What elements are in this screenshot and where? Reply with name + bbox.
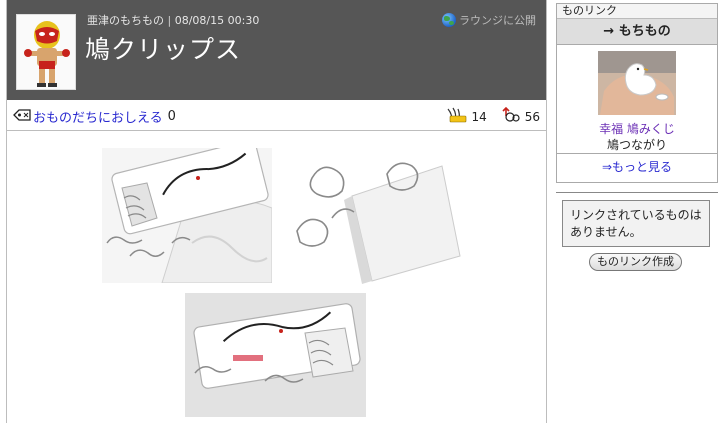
collect-icon[interactable] [501, 106, 521, 126]
item-meta: 亜津のもちもの | 08/08/15 00:30 [87, 12, 259, 28]
mono-link-box: ものリンク → もちもの 幸福 鳩みくじ 鳩つながり ⇒もっと見る [556, 3, 718, 183]
more-link[interactable]: ⇒もっと見る [602, 160, 672, 174]
linked-item: 幸福 鳩みくじ 鳩つながり [557, 45, 717, 154]
owner-avatar[interactable] [16, 14, 76, 90]
globe-icon [442, 13, 456, 27]
tell-count: 0 [167, 109, 176, 124]
create-mono-link-button[interactable]: ものリンク作成 [589, 253, 682, 271]
more-link-row: ⇒もっと見る [557, 154, 717, 182]
main-column: 亜津のもちもの | 08/08/15 00:30 鳩クリップス ラウンジに公開 … [6, 0, 547, 423]
tell-friends-link[interactable]: おものだちにおしえる [33, 107, 163, 126]
cool-badge-icon[interactable] [445, 107, 467, 126]
mochi-count: 56 [524, 109, 540, 124]
item-photos [7, 132, 546, 423]
item-header: 亜津のもちもの | 08/08/15 00:30 鳩クリップス ラウンジに公開 [7, 0, 546, 100]
item-photo[interactable] [292, 156, 462, 284]
cool-count: 14 [471, 109, 487, 124]
sidebar: ものリンク → もちもの 幸福 鳩みくじ 鳩つながり ⇒もっと見る [556, 3, 718, 183]
owner-name[interactable]: 亜津のもちもの [87, 14, 164, 27]
item-photo[interactable] [185, 293, 366, 417]
lounge-label: ラウンジに公開 [459, 14, 536, 27]
linked-item-thumbnail[interactable] [598, 51, 676, 115]
mochimono-link[interactable]: → もちもの [557, 19, 717, 45]
mono-link-header: ものリンク [557, 4, 717, 19]
action-bar: おものだちにおしえる 0 14 56 [7, 100, 546, 131]
post-timestamp: 08/08/15 00:30 [174, 14, 260, 27]
page-title: 鳩クリップス [85, 35, 242, 64]
no-links-message: リンクされているものはありません。 [562, 200, 710, 247]
linked-item-relation: 鳩つながり [606, 138, 667, 152]
linked-item-name[interactable]: 幸福 鳩みくじ [557, 120, 717, 137]
tell-friends: おものだちにおしえる 0 [13, 107, 176, 126]
lounge-status[interactable]: ラウンジに公開 [442, 12, 536, 28]
tag-icon [13, 108, 33, 126]
sidebar-divider [556, 192, 718, 193]
meta-separator: | [167, 14, 172, 27]
item-photo[interactable] [102, 148, 272, 283]
item-stats: 14 56 [445, 106, 540, 126]
